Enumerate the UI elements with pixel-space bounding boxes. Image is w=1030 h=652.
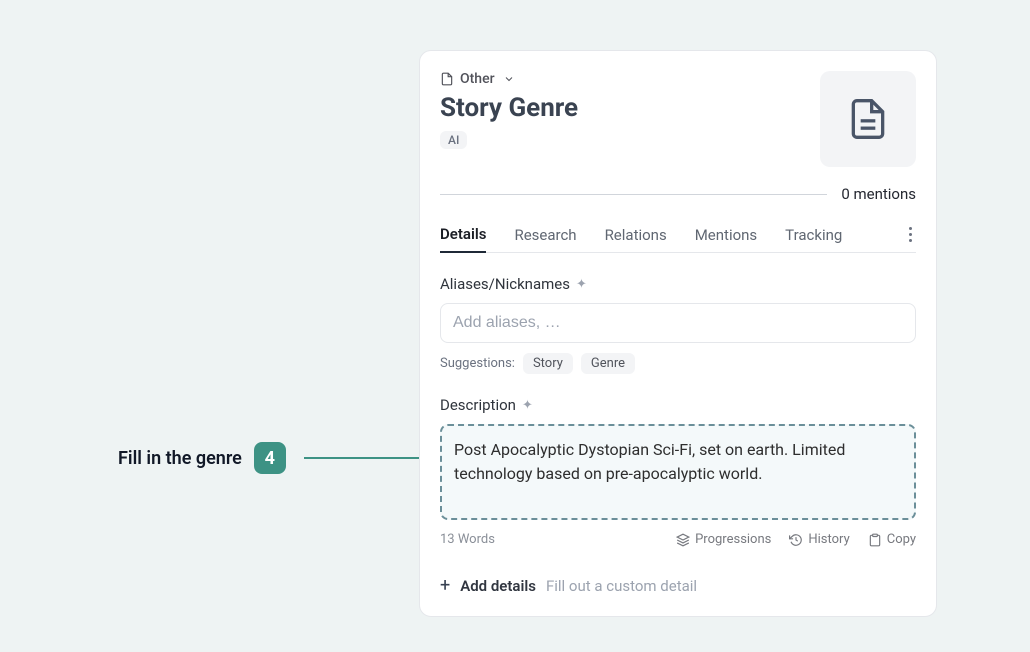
tab-details[interactable]: Details: [440, 217, 486, 253]
document-icon: [846, 93, 890, 145]
tab-bar: Details Research Relations Mentions Trac…: [440, 217, 916, 253]
clipboard-icon: [868, 533, 882, 547]
ai-badge: AI: [440, 131, 467, 149]
word-count: 13 Words: [440, 532, 495, 547]
tab-relations[interactable]: Relations: [605, 218, 667, 252]
copy-button[interactable]: Copy: [868, 532, 916, 547]
story-element-card: Other Story Genre AI 0 mentions Details …: [419, 50, 937, 617]
tutorial-annotation: Fill in the genre 4: [118, 442, 286, 474]
add-details-label: Add details: [460, 577, 536, 595]
element-icon-box[interactable]: [820, 71, 916, 167]
tab-tracking[interactable]: Tracking: [785, 218, 842, 252]
annotation-text: Fill in the genre: [118, 448, 242, 469]
sparkle-icon[interactable]: ✦: [576, 277, 587, 292]
divider: [440, 194, 827, 195]
plus-icon: +: [440, 575, 450, 596]
chevron-down-icon: [503, 73, 515, 85]
page-title[interactable]: Story Genre: [440, 93, 820, 123]
history-button[interactable]: History: [789, 532, 849, 547]
progressions-button[interactable]: Progressions: [676, 532, 771, 547]
aliases-input[interactable]: [440, 303, 916, 343]
description-input[interactable]: [440, 424, 916, 520]
suggestions-label: Suggestions:: [440, 356, 515, 371]
sparkle-icon[interactable]: ✦: [522, 398, 533, 413]
tab-research[interactable]: Research: [514, 218, 576, 252]
add-details-hint: Fill out a custom detail: [546, 577, 697, 595]
description-label: Description ✦: [440, 396, 916, 414]
aliases-label: Aliases/Nicknames ✦: [440, 275, 916, 293]
type-selector[interactable]: Other: [440, 71, 820, 87]
suggestion-chip-genre[interactable]: Genre: [581, 353, 635, 374]
tab-mentions[interactable]: Mentions: [695, 218, 757, 252]
history-icon: [789, 533, 803, 547]
suggestion-chip-story[interactable]: Story: [523, 353, 573, 374]
page-icon: [440, 72, 454, 86]
add-details-button[interactable]: + Add details Fill out a custom detail: [440, 575, 916, 596]
layers-icon: [676, 533, 690, 547]
more-icon[interactable]: [905, 223, 916, 246]
mentions-count: 0 mentions: [841, 185, 916, 203]
type-label: Other: [460, 71, 495, 87]
annotation-step-badge: 4: [254, 442, 286, 474]
